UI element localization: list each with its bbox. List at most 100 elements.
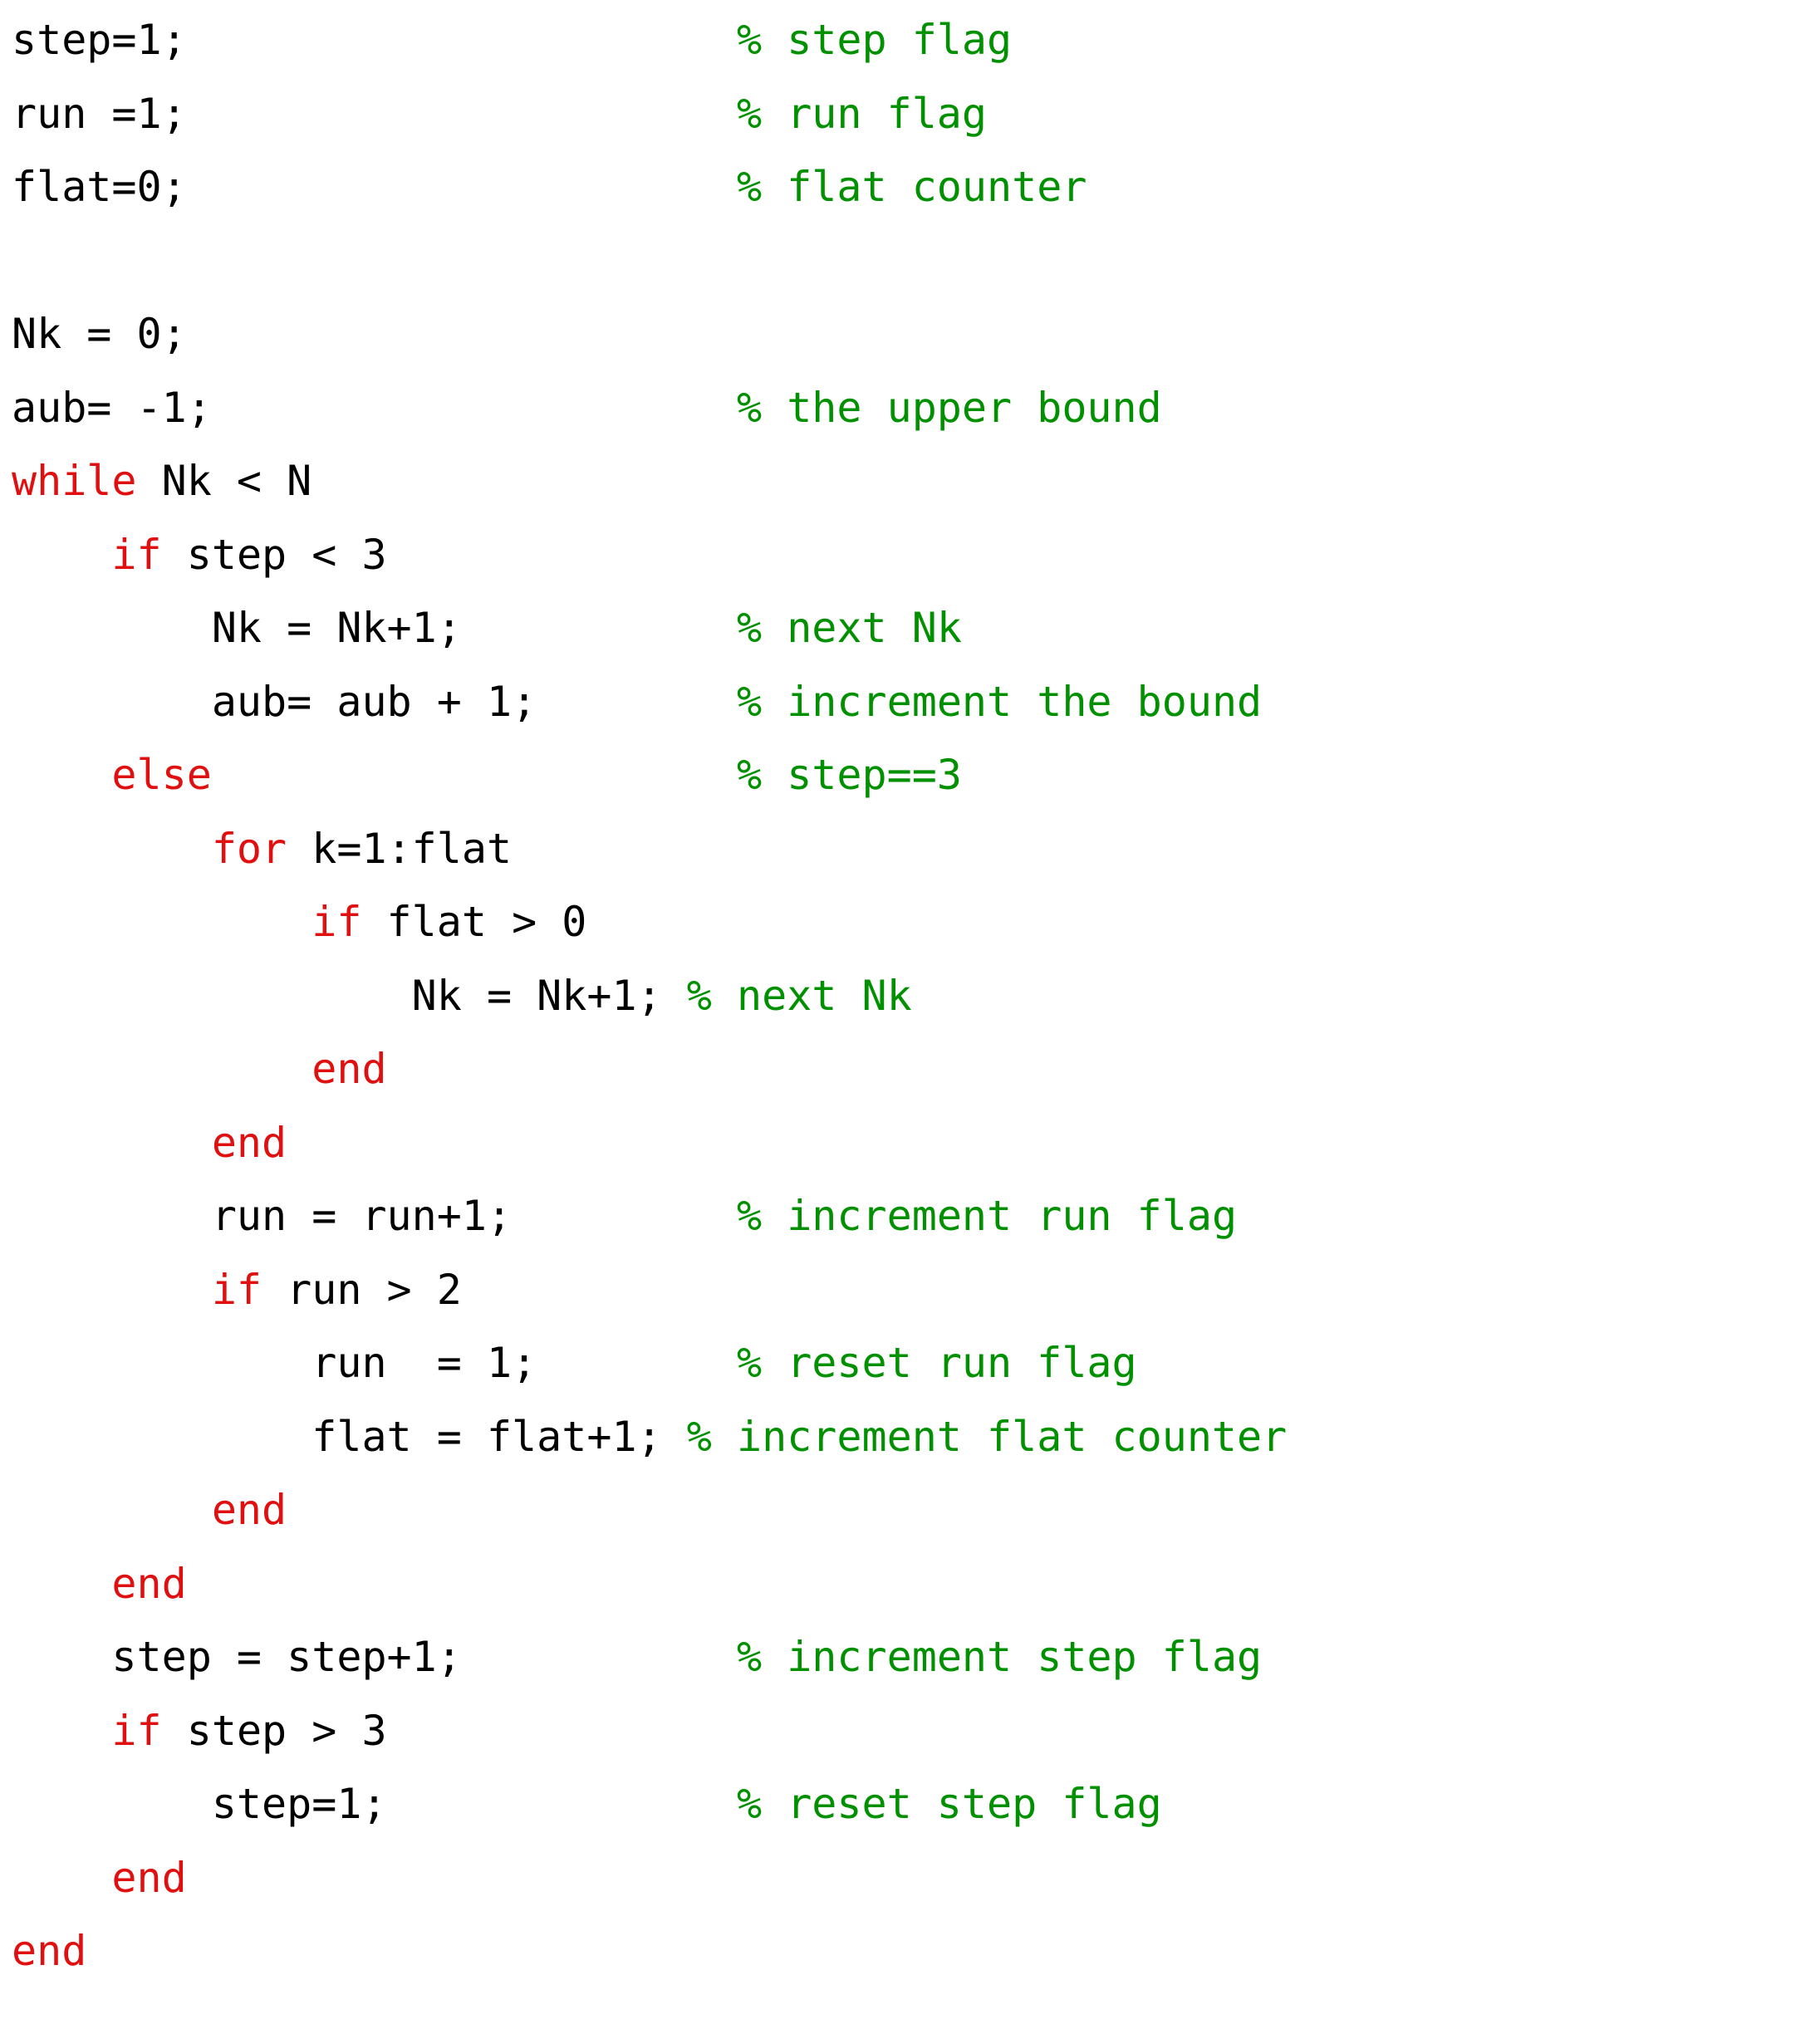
code-token-keyword: end (12, 1927, 87, 1975)
code-token-gap (187, 163, 737, 211)
code-token-code: flat = flat+1; (312, 1412, 662, 1461)
code-line: step=1; % reset step flag (12, 1767, 1820, 1841)
code-line: run = run+1; % increment run flag (12, 1179, 1820, 1253)
code-token-gap (12, 1192, 212, 1240)
code-token-gap (12, 1854, 111, 1902)
code-line: end (12, 1473, 1820, 1547)
code-line: run = 1; % reset run flag (12, 1326, 1820, 1400)
code-line: if flat > 0 (12, 885, 1820, 959)
code-token-keyword: for (211, 824, 287, 873)
code-token-code: step=1; (211, 1780, 387, 1828)
code-token-code: aub= -1; (12, 383, 212, 432)
code-token-keyword: end (211, 1486, 287, 1534)
code-token-keyword: if (111, 530, 162, 579)
code-token-gap (187, 16, 737, 64)
code-token-gap (12, 751, 111, 799)
code-token-gap (662, 1413, 687, 1461)
code-line: flat = flat+1; % increment flat counter (12, 1400, 1820, 1474)
code-token-keyword: while (12, 457, 137, 505)
code-token-gap (12, 1045, 312, 1093)
code-token-code: aub= aub + 1; (211, 677, 537, 726)
code-token-gap (12, 678, 212, 726)
code-listing: step=1; % step flag run =1; % run flag fla… (12, 3, 1820, 1988)
code-token-code: flat > 0 (361, 898, 587, 946)
code-token-comment: % increment the bound (737, 677, 1263, 726)
code-line: step = step+1; % increment step flag (12, 1620, 1820, 1694)
code-token-comment: % next Nk (737, 604, 962, 652)
code-token-code: Nk < N (136, 457, 312, 505)
code-line: end (12, 1841, 1820, 1915)
code-token-gap (12, 1633, 111, 1681)
code-line: while Nk < N (12, 444, 1820, 518)
code-token-gap (512, 1192, 737, 1240)
code-line: flat=0; % flat counter (12, 150, 1820, 224)
code-token-keyword: if (312, 898, 362, 946)
code-token-gap (12, 825, 212, 873)
code-line: if run > 2 (12, 1253, 1820, 1327)
code-token-comment: % increment run flag (737, 1192, 1238, 1240)
code-token-gap (187, 90, 737, 138)
code-token-code: run = run+1; (211, 1192, 513, 1240)
code-token-comment: % reset run flag (737, 1339, 1137, 1387)
code-token-gap (12, 898, 312, 946)
code-line: aub= aub + 1; % increment the bound (12, 665, 1820, 739)
code-token-gap (462, 1633, 737, 1681)
code-token-comment: % increment flat counter (686, 1412, 1288, 1461)
code-token-gap (12, 1780, 212, 1828)
code-token-gap (12, 604, 212, 652)
code-line: aub= -1; % the upper bound (12, 371, 1820, 445)
code-token-keyword: else (111, 751, 212, 799)
code-token-keyword: end (111, 1853, 187, 1902)
code-token-keyword: end (111, 1559, 187, 1608)
code-line: for k=1:flat (12, 812, 1820, 886)
code-token-code: flat=0; (12, 163, 187, 211)
code-token-gap (12, 1707, 111, 1755)
code-token-gap (12, 1339, 312, 1387)
code-token-code: step = step+1; (111, 1633, 462, 1681)
code-token-gap (537, 678, 737, 726)
code-token-gap (12, 531, 111, 579)
code-token-code: k=1:flat (287, 824, 513, 873)
code-line: if step < 3 (12, 518, 1820, 592)
code-token-code: Nk = Nk+1; (211, 604, 462, 652)
code-token-comment: % increment step flag (737, 1633, 1263, 1681)
code-token-gap (537, 1339, 737, 1387)
code-token-keyword: if (211, 1265, 262, 1314)
code-token-code: run > 2 (262, 1265, 462, 1314)
code-token-gap (387, 1780, 737, 1828)
code-token-gap (12, 1486, 212, 1534)
code-token-comment: % step flag (736, 16, 1013, 64)
code-token-code: step=1; (12, 16, 187, 64)
code-token-code: Nk = Nk+1; (411, 971, 662, 1020)
code-line: end (12, 1032, 1820, 1106)
code-token-gap (212, 751, 737, 799)
code-token-gap (12, 1413, 312, 1461)
code-line: run =1; % run flag (12, 77, 1820, 151)
code-line: Nk = 0; (12, 297, 1820, 371)
code-line: else % step==3 (12, 738, 1820, 812)
code-token-code: step > 3 (161, 1706, 387, 1755)
code-line: end (12, 1547, 1820, 1621)
code-line: Nk = Nk+1; % next Nk (12, 959, 1820, 1033)
code-token-keyword: end (211, 1118, 287, 1167)
code-line: Nk = Nk+1; % next Nk (12, 591, 1820, 665)
code-token-comment: % flat counter (736, 163, 1087, 211)
code-token-gap (12, 972, 412, 1020)
code-token-keyword: end (312, 1045, 387, 1093)
code-token-comment: % next Nk (686, 971, 912, 1020)
code-token-gap (212, 384, 737, 432)
code-token-gap (12, 1119, 212, 1167)
code-line: end (12, 1106, 1820, 1180)
code-token-comment: % the upper bound (736, 383, 1162, 432)
code-token-gap (462, 604, 737, 652)
code-token-comment: % run flag (736, 89, 988, 138)
code-token-comment: % reset step flag (736, 1780, 1162, 1828)
code-token-code: step < 3 (161, 530, 387, 579)
code-token-gap (662, 972, 687, 1020)
code-line: step=1; % step flag (12, 3, 1820, 77)
code-token-code: run = 1; (312, 1339, 537, 1387)
code-token-gap (12, 1266, 212, 1314)
code-token-code: Nk = 0; (12, 310, 187, 358)
code-token-code: run =1; (12, 89, 187, 138)
